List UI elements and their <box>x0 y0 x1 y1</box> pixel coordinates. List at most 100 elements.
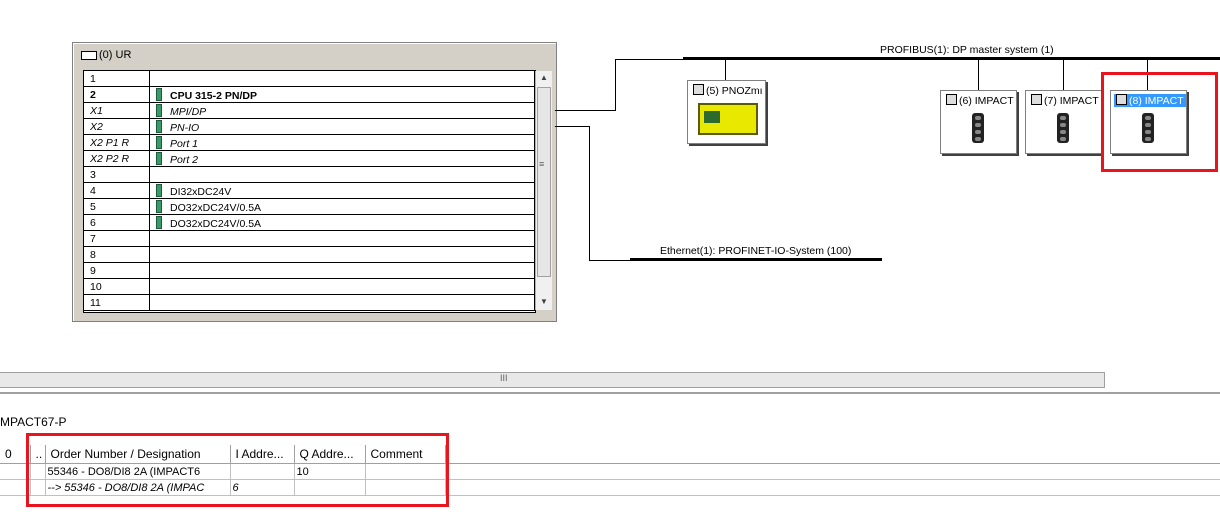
rack-window[interactable]: (0) UR 1 2 CPU 315-2 PN/DP X1 MPI/DP X2 PN-IO X… <box>72 42 557 322</box>
rack-module-label: Port 1 <box>170 137 199 150</box>
rack-row[interactable]: 4 DI32xDC24V <box>84 182 535 199</box>
rack-module-label: DO32xDC24V/0.5A <box>170 201 262 214</box>
device-impact-6[interactable]: (6) IMPACT <box>940 90 1017 154</box>
rack-slot-label: 11 <box>84 294 150 311</box>
rack-row[interactable]: 8 <box>84 246 535 263</box>
rack-module-cell[interactable] <box>149 278 535 295</box>
scroll-up-arrow-icon[interactable]: ▲ <box>536 71 552 85</box>
profibus-drop-line <box>615 59 616 111</box>
ethernet-drop-line <box>589 126 590 261</box>
detail-cell-filler <box>445 463 1220 480</box>
pnoz-module-icon <box>698 103 758 135</box>
pane-splitter[interactable] <box>0 392 1220 394</box>
rack-slot-label: X1 <box>84 102 150 119</box>
rack-scrollbar[interactable]: ▲ ≡ ▼ <box>535 71 552 310</box>
module-icon <box>156 119 162 133</box>
scroll-grip-icon: III <box>500 373 508 383</box>
scroll-thumb[interactable] <box>537 87 551 277</box>
scroll-grip-icon: ≡ <box>539 159 545 169</box>
rack-row[interactable]: X2 PN-IO <box>84 118 535 135</box>
impact7-drop <box>1063 60 1064 90</box>
detail-column-filler <box>445 445 1220 464</box>
rack-slot-label: 4 <box>84 182 150 199</box>
rack-module-label: CPU 315-2 PN/DP <box>170 89 257 102</box>
rack-module-cell[interactable]: Port 2 <box>149 150 535 167</box>
impact-connector-icon <box>972 113 984 143</box>
pnoz-drop <box>725 60 726 80</box>
module-icon <box>156 151 162 165</box>
rack-slot-label: X2 P2 R <box>84 150 150 167</box>
scroll-down-arrow-icon[interactable]: ▼ <box>536 295 552 309</box>
rack-module-cell[interactable]: PN-IO <box>149 118 535 135</box>
rack-slot-label: 8 <box>84 246 150 263</box>
rack-module-cell[interactable] <box>149 230 535 247</box>
rack-module-label: Port 2 <box>170 153 199 166</box>
rack-slot-label: 1 <box>84 71 150 87</box>
rack-row[interactable]: 5 DO32xDC24V/0.5A <box>84 198 535 215</box>
rack-row[interactable]: 9 <box>84 262 535 279</box>
rack-module-label: MPI/DP <box>170 105 207 118</box>
rack-row[interactable]: 2 CPU 315-2 PN/DP <box>84 86 535 103</box>
rack-module-cell[interactable]: CPU 315-2 PN/DP <box>149 86 535 103</box>
profibus-stub <box>615 59 685 60</box>
rack-slot-label: X2 P1 R <box>84 134 150 151</box>
rack-row[interactable]: 10 <box>84 278 535 295</box>
device-icon <box>946 94 957 105</box>
rack-module-cell[interactable]: DI32xDC24V <box>149 182 535 199</box>
device-icon <box>1031 94 1042 105</box>
rack-module-label: DI32xDC24V <box>170 185 232 198</box>
rack-row[interactable]: 3 <box>84 166 535 183</box>
rack-table[interactable]: 1 2 CPU 315-2 PN/DP X1 MPI/DP X2 PN-IO X2 P1 R P… <box>83 70 552 313</box>
profibus-bus[interactable] <box>683 57 1220 60</box>
rack-module-label: PN-IO <box>170 121 200 134</box>
rack-module-cell[interactable] <box>149 294 535 311</box>
highlight-box-table <box>26 433 449 507</box>
rack-row[interactable]: 7 <box>84 230 535 247</box>
rack-slot-label: 7 <box>84 230 150 247</box>
rack-row[interactable]: 6 DO32xDC24V/0.5A <box>84 214 535 231</box>
rack-module-cell[interactable]: Port 1 <box>149 134 535 151</box>
rack-module-cell[interactable] <box>149 166 535 183</box>
device-label: (5) PNOZmı <box>691 84 765 97</box>
rack-slot-label: 5 <box>84 198 150 215</box>
ethernet-stub <box>589 260 631 261</box>
module-icon <box>156 183 162 197</box>
detail-cell-filler <box>445 479 1220 496</box>
profibus-label: PROFIBUS(1): DP master system (1) <box>880 44 1054 56</box>
device-impact-7[interactable]: (7) IMPACT <box>1025 90 1102 154</box>
rack-module-cell[interactable]: MPI/DP <box>149 102 535 119</box>
highlight-box-device <box>1101 72 1218 172</box>
module-icon <box>156 199 162 213</box>
module-icon <box>156 103 162 117</box>
rack-row[interactable]: X2 P1 R Port 1 <box>84 134 535 151</box>
device-label: (7) IMPACT <box>1029 94 1101 107</box>
rack-module-cell[interactable]: DO32xDC24V/0.5A <box>149 214 535 231</box>
module-icon <box>156 135 162 149</box>
module-icon <box>156 87 162 101</box>
rack-icon <box>81 50 97 60</box>
detail-title: MPACT67-P <box>0 415 67 429</box>
rack-slot-label: X2 <box>84 118 150 135</box>
rack-module-cell[interactable] <box>149 246 535 263</box>
ethernet-label: Ethernet(1): PROFINET-IO-System (100) <box>660 245 852 257</box>
rack-slot-label: 10 <box>84 278 150 295</box>
rack-row[interactable]: X1 MPI/DP <box>84 102 535 119</box>
rack-slot-label: 2 <box>84 86 150 103</box>
rack-module-cell[interactable] <box>149 71 535 87</box>
rack-to-profibus-link <box>555 110 615 111</box>
device-icon <box>693 84 704 95</box>
rack-row[interactable]: 11 <box>84 294 535 311</box>
rack-row[interactable]: 1 <box>84 71 535 87</box>
device-label: (6) IMPACT <box>944 94 1016 107</box>
rack-module-cell[interactable]: DO32xDC24V/0.5A <box>149 198 535 215</box>
rack-to-ethernet-link <box>555 126 590 127</box>
horizontal-scrollbar[interactable]: III <box>0 372 1105 388</box>
rack-module-cell[interactable] <box>149 262 535 279</box>
rack-row[interactable]: X2 P2 R Port 2 <box>84 150 535 167</box>
rack-module-label: DO32xDC24V/0.5A <box>170 217 262 230</box>
device-pnoz[interactable]: (5) PNOZmı <box>687 80 766 144</box>
ethernet-bus[interactable] <box>630 258 882 261</box>
rack-slot-label: 6 <box>84 214 150 231</box>
rack-slot-label: 3 <box>84 166 150 183</box>
impact6-drop <box>978 60 979 90</box>
